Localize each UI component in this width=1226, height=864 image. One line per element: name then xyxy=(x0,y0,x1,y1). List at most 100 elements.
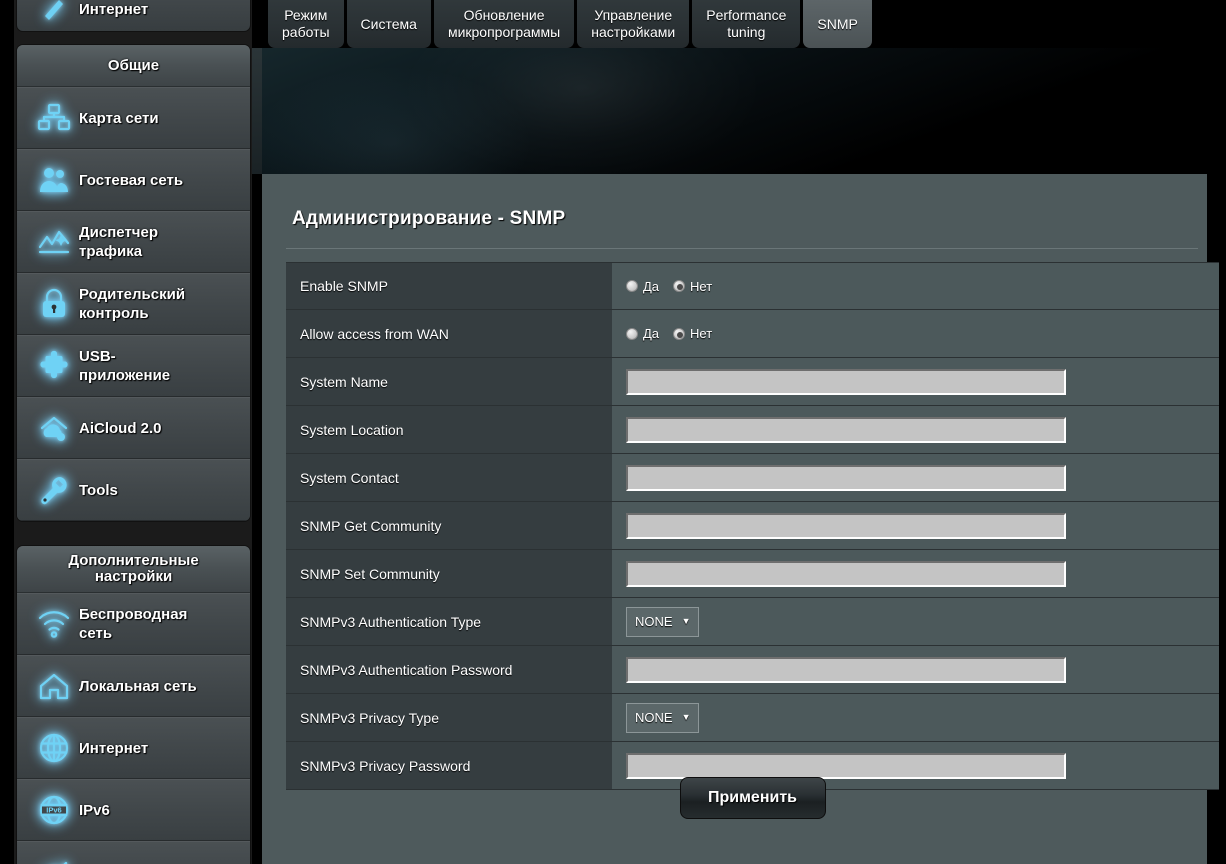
sidebar-item-usb--приложение[interactable]: USB- приложение xyxy=(17,335,250,397)
network-map-icon xyxy=(29,96,79,140)
radio-option[interactable]: Нет xyxy=(673,326,712,341)
tab-snmp[interactable]: SNMP xyxy=(803,0,871,48)
radio-option[interactable]: Да xyxy=(626,279,659,294)
radio-label: Нет xyxy=(690,279,712,294)
sidebar-left-edge xyxy=(0,0,14,864)
radio-label: Нет xyxy=(690,326,712,341)
tab-система[interactable]: Система xyxy=(347,0,431,48)
sidebar-item-label: USB- приложение xyxy=(79,347,176,385)
setting-label: System Location xyxy=(286,406,612,453)
panel-inner: Администрирование - SNMP Enable SNMPДаНе… xyxy=(274,174,1207,864)
sidebar-item-internet-partial[interactable]: Интернет xyxy=(16,0,251,32)
radio-button-selected[interactable] xyxy=(673,280,685,292)
sidebar-item-label: Беспроводная сеть xyxy=(79,605,193,643)
text-input[interactable] xyxy=(626,465,1066,491)
sidebar-item-vpn[interactable]: VPN xyxy=(17,841,250,864)
apply-button[interactable]: Применить xyxy=(680,777,826,819)
dropdown-select[interactable]: NONE ▼ xyxy=(626,703,699,733)
setting-value xyxy=(612,406,1219,453)
settings-row: System Name xyxy=(286,358,1219,406)
text-input[interactable] xyxy=(626,513,1066,539)
settings-row: System Contact xyxy=(286,454,1219,502)
radio-option[interactable]: Нет xyxy=(673,279,712,294)
sidebar-group-header: Дополнительные настройки xyxy=(17,546,250,593)
dropdown-value: NONE xyxy=(635,710,673,725)
radio-label: Да xyxy=(643,326,659,341)
wan-globe-icon xyxy=(29,0,79,31)
text-input[interactable] xyxy=(626,657,1066,683)
sidebar-item-label: Родительский контроль xyxy=(79,285,191,323)
text-input[interactable] xyxy=(626,417,1066,443)
setting-label: SNMPv3 Authentication Password xyxy=(286,646,612,693)
setting-value xyxy=(612,646,1219,693)
radio-label: Да xyxy=(643,279,659,294)
apply-button-row: Применить xyxy=(286,777,1219,819)
sidebar-item-label: Карта сети xyxy=(79,109,165,128)
sidebar-item-родительский-контроль[interactable]: Родительский контроль xyxy=(17,273,250,335)
sidebar-item-label: Интернет xyxy=(79,739,154,758)
chevron-down-icon: ▼ xyxy=(682,617,691,626)
vpn-icon xyxy=(29,850,79,864)
sidebar-item-ipv6[interactable]: IPv6 IPv6 xyxy=(17,779,250,841)
settings-row: SNMPv3 Authentication Password xyxy=(286,646,1219,694)
top-tab-bar: Режим работыСистемаОбновление микропрогр… xyxy=(268,0,1226,48)
sidebar-group-1: Дополнительные настройки Беспроводная сет… xyxy=(16,545,251,864)
tab-performance-tuning[interactable]: Performance tuning xyxy=(692,0,800,48)
setting-value: NONE▼ xyxy=(612,598,1219,645)
sidebar-item-label: Гостевая сеть xyxy=(79,171,189,190)
setting-value: Да Нет xyxy=(612,310,1219,357)
usb-application-puzzle-icon xyxy=(29,344,79,388)
sidebar-item-aicloud 2.0[interactable]: AiCloud 2.0 xyxy=(17,397,250,459)
settings-row: SNMP Set Community xyxy=(286,550,1219,598)
hero-left-band xyxy=(252,48,262,174)
setting-value xyxy=(612,358,1219,405)
text-input[interactable] xyxy=(626,753,1066,779)
radio-button[interactable] xyxy=(626,328,638,340)
tab-обновление-микропрограммы[interactable]: Обновление микропрограммы xyxy=(434,0,574,48)
dropdown-select[interactable]: NONE▼ xyxy=(626,607,699,637)
radio-group: Да Нет xyxy=(626,326,712,341)
tab-режим-работы[interactable]: Режим работы xyxy=(268,0,344,48)
setting-label: SNMPv3 Privacy Type xyxy=(286,694,612,741)
hero-background-image xyxy=(252,48,1226,174)
setting-label: SNMP Set Community xyxy=(286,550,612,597)
sidebar-item-гостевая сеть[interactable]: Гостевая сеть xyxy=(17,149,250,211)
setting-label: Allow access from WAN xyxy=(286,310,612,357)
sidebar-item-label: Локальная сеть xyxy=(79,677,203,696)
setting-value: Да Нет xyxy=(612,263,1219,309)
sidebar-item-беспроводная-сеть[interactable]: Беспроводная сеть xyxy=(17,593,250,655)
settings-row: SNMP Get Community xyxy=(286,502,1219,550)
sidebar-item-label: IPv6 xyxy=(79,801,116,820)
lan-house-icon xyxy=(29,664,79,708)
sidebar-item-tools[interactable]: Tools xyxy=(17,459,250,521)
sidebar-group-header: Общие xyxy=(17,45,250,87)
setting-label: SNMPv3 Authentication Type xyxy=(286,598,612,645)
settings-row: Enable SNMPДаНет xyxy=(286,262,1219,310)
setting-value xyxy=(612,550,1219,597)
sidebar-item-label: Диспетчер трафика xyxy=(79,223,164,261)
sidebar-item-диспетчер-трафика[interactable]: Диспетчер трафика xyxy=(17,211,250,273)
setting-value xyxy=(612,454,1219,501)
settings-row: System Location xyxy=(286,406,1219,454)
radio-option[interactable]: Да xyxy=(626,326,659,341)
radio-button-selected[interactable] xyxy=(673,328,685,340)
svg-text:IPv6: IPv6 xyxy=(46,806,61,815)
radio-button[interactable] xyxy=(626,280,638,292)
sidebar-item-интернет[interactable]: Интернет xyxy=(17,717,250,779)
sidebar-item-локальная сеть[interactable]: Локальная сеть xyxy=(17,655,250,717)
chevron-down-icon: ▼ xyxy=(682,713,691,722)
settings-row: SNMPv3 Privacy Type NONE ▼ xyxy=(286,694,1219,742)
wireless-wifi-icon xyxy=(29,602,79,646)
settings-row: Allow access from WAN Да Нет xyxy=(286,310,1219,358)
sidebar-item-label: Интернет xyxy=(79,0,154,19)
sidebar-item-карта сети[interactable]: Карта сети xyxy=(17,87,250,149)
tools-wrench-icon xyxy=(29,468,79,512)
sidebar-item-label: Tools xyxy=(79,481,124,500)
main-content-panel: Администрирование - SNMP Enable SNMPДаНе… xyxy=(262,174,1207,864)
guest-network-icon xyxy=(29,158,79,202)
text-input[interactable] xyxy=(626,561,1066,587)
radio-group: Да Нет xyxy=(626,279,712,294)
tab-управление-настройками[interactable]: Управление настройками xyxy=(577,0,689,48)
text-input[interactable] xyxy=(626,369,1066,395)
setting-label: System Contact xyxy=(286,454,612,501)
